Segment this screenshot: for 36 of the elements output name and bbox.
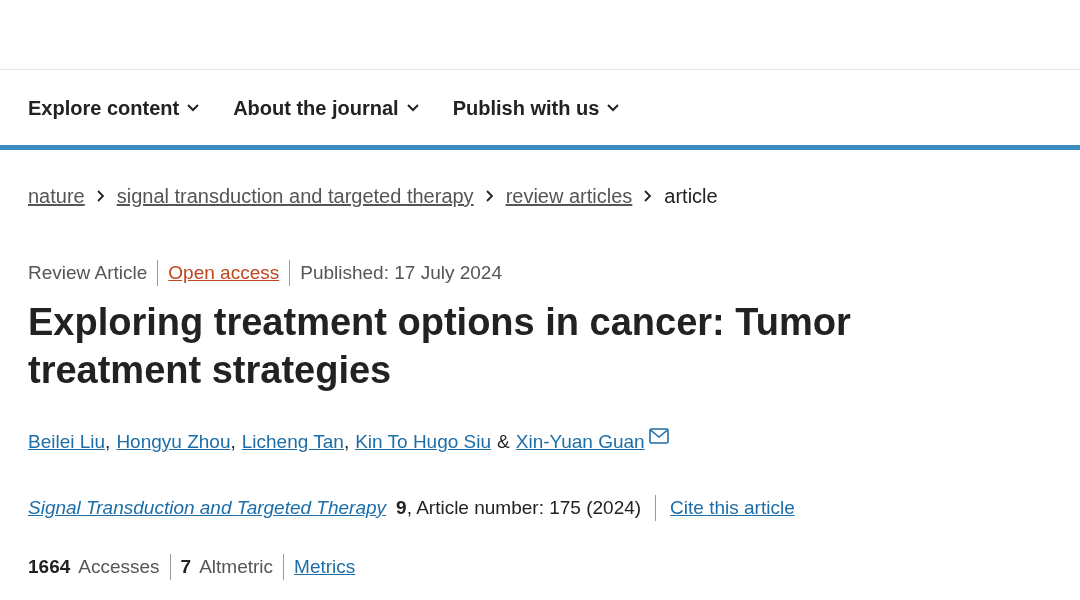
chevron-down-icon [406,103,419,112]
altmetric-label: Altmetric [199,554,274,579]
altmetric-count: 7 [180,554,192,579]
accesses-count: 1664 [28,554,71,579]
published-date: Published: 17 July 2024 [300,261,502,285]
breadcrumb-link[interactable]: review articles [505,181,633,211]
journal-link[interactable]: Signal Transduction and Targeted Therapy [28,494,387,523]
chevron-down-icon [187,103,200,112]
metrics-link[interactable]: Metrics [294,552,356,581]
author-link[interactable]: Xin-Yuan Guan [515,427,645,456]
article-title: Exploring treatment options in cancer: Tumor treatment strategies [27,299,852,393]
separator-text: & [497,429,510,454]
author-link[interactable]: Beilei Liu [28,427,106,456]
chevron-right-icon [96,190,105,202]
breadcrumb-link[interactable]: nature [28,181,85,211]
breadcrumb-current: article [664,184,718,209]
article-type: Review Article [28,261,148,285]
volume-number: 9 [396,496,407,520]
mail-icon[interactable] [648,427,669,444]
separator-text: , [343,429,350,454]
author-link[interactable]: Hongyu Zhou [116,427,231,456]
chevron-right-icon [485,190,494,202]
separator-text: , [230,429,236,454]
chevron-down-icon [607,103,620,112]
nav-menu-button[interactable]: Explore content [28,92,200,123]
breadcrumb-link[interactable]: signal transduction and targeted therapy [116,181,474,211]
open-access-link[interactable]: Open access [168,259,280,288]
separator-text: , [105,429,111,454]
nav-menu-button[interactable]: Publish with us [452,92,620,123]
accesses-label: Accesses [78,554,160,579]
author-link[interactable]: Licheng Tan [241,427,344,456]
article-number: , Article number: 175 (2024) [406,496,642,520]
cite-link[interactable]: Cite this article [670,494,795,523]
chevron-right-icon [644,190,653,202]
author-link[interactable]: Kin To Hugo Siu [355,427,492,456]
nav-menu-button[interactable]: About the journal [233,92,419,123]
